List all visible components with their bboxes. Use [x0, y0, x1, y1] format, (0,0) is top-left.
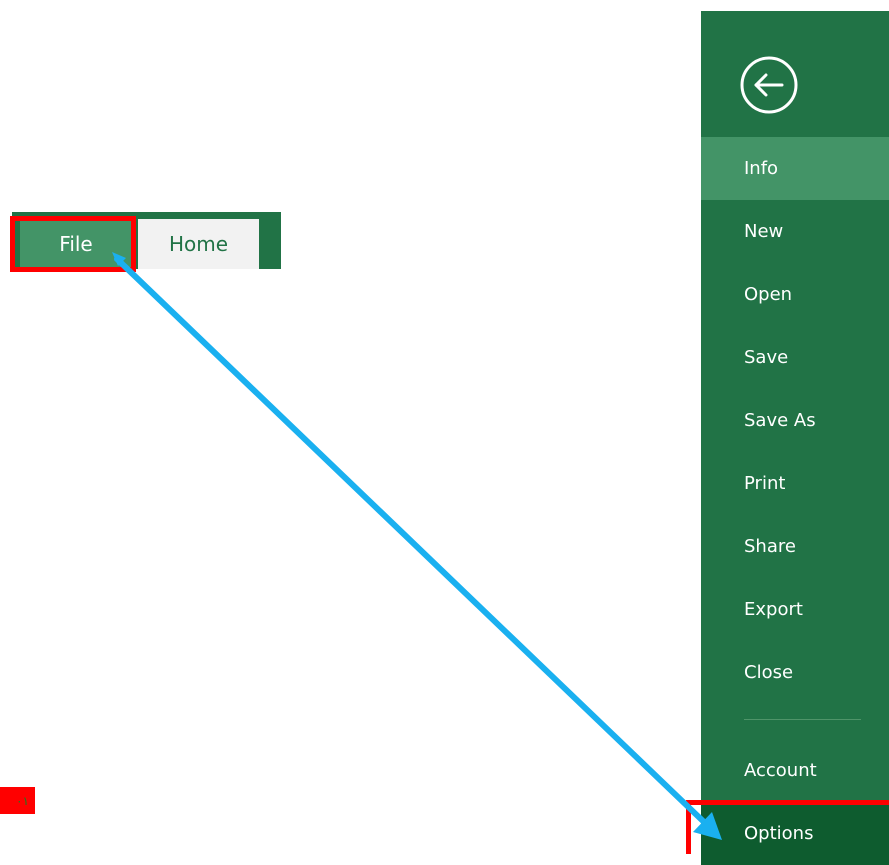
menu-item-label: Close [744, 662, 794, 683]
step-number-tag: ۰۱ [0, 787, 35, 814]
menu-item-share[interactable]: Share [701, 515, 889, 578]
menu-item-print[interactable]: Print [701, 452, 889, 515]
menu-item-label: Export [744, 599, 803, 620]
menu-item-label: Info [744, 158, 779, 179]
menu-item-info[interactable]: Info [701, 137, 889, 200]
menu-item-label: Account [744, 760, 817, 781]
tab-file-label: File [59, 232, 93, 256]
menu-divider [744, 719, 861, 720]
menu-item-save[interactable]: Save [701, 326, 889, 389]
menu-item-label: Save As [744, 410, 816, 431]
tab-home-label: Home [168, 232, 229, 256]
tab-file[interactable]: File [20, 219, 132, 269]
backstage-menu: Info New Open Save Save As Print Share E… [701, 11, 889, 865]
menu-item-save-as[interactable]: Save As [701, 389, 889, 452]
menu-item-label: Open [744, 284, 793, 305]
menu-item-new[interactable]: New [701, 200, 889, 263]
menu-item-label: Options [744, 823, 814, 844]
menu-item-close[interactable]: Close [701, 641, 889, 704]
menu-item-label: Save [744, 347, 789, 368]
menu-item-label: New [744, 221, 784, 242]
menu-item-account[interactable]: Account [701, 739, 889, 802]
ribbon-tab-strip: File Home [12, 212, 281, 269]
back-arrow-circle-icon [740, 56, 798, 114]
menu-item-export[interactable]: Export [701, 578, 889, 641]
menu-item-open[interactable]: Open [701, 263, 889, 326]
back-button[interactable] [739, 55, 799, 115]
menu-item-label: Share [744, 536, 796, 557]
step-number-text: ۰۱ [16, 793, 29, 808]
menu-item-label: Print [744, 473, 786, 494]
menu-item-options[interactable]: Options [701, 802, 889, 865]
tab-home[interactable]: Home [138, 219, 259, 269]
